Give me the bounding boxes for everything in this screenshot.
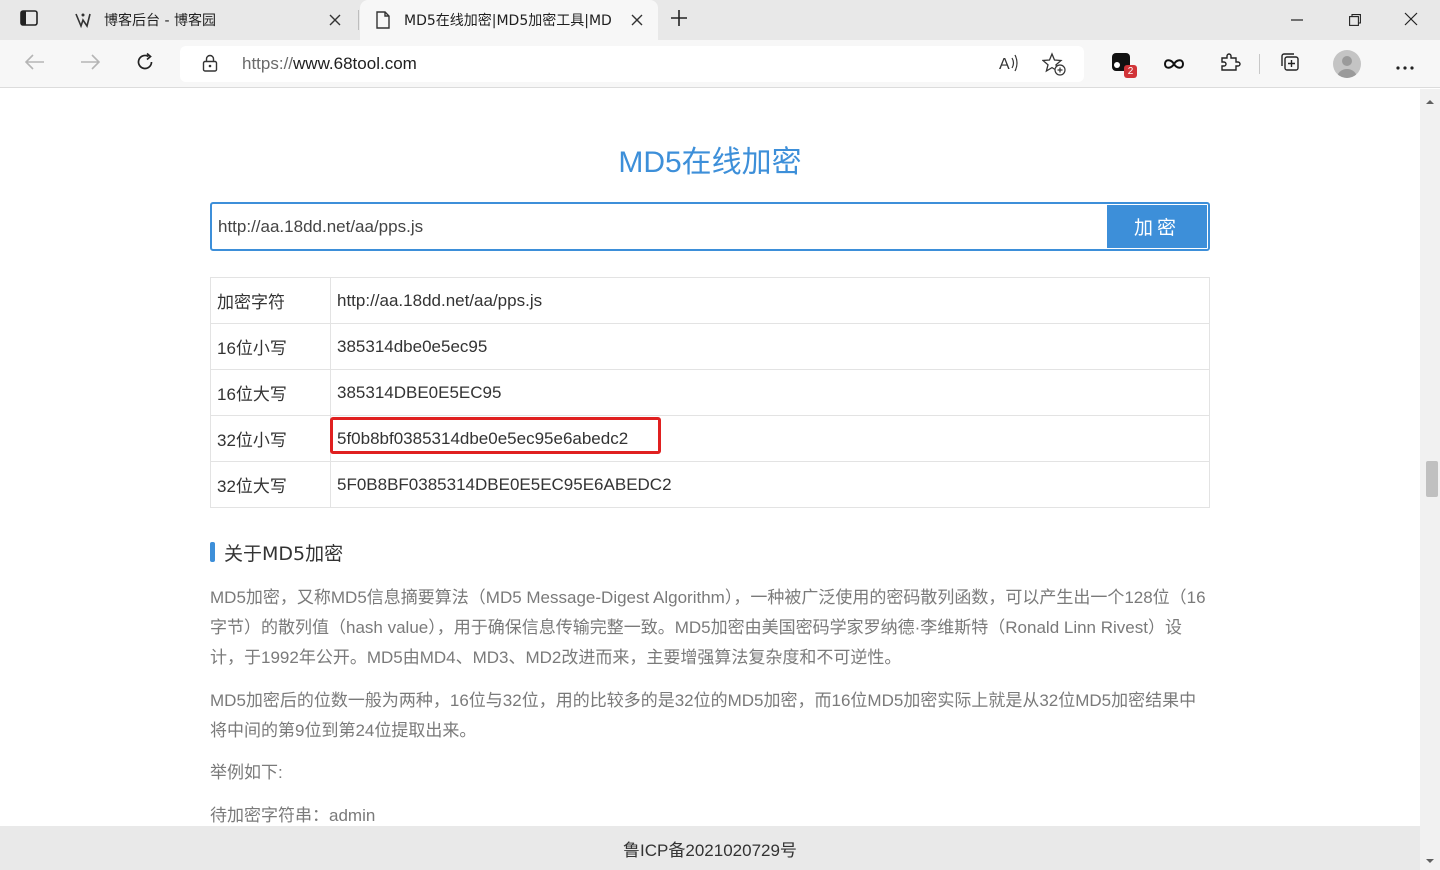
encrypt-button[interactable]: 加密	[1107, 205, 1207, 248]
address-bar[interactable]: https://www.68tool.com A	[180, 46, 1084, 82]
example-label: 举例如下:	[210, 763, 283, 782]
browser-toolbar: https://www.68tool.com A 2	[0, 40, 1440, 88]
tab-actions-icon	[19, 8, 39, 32]
refresh-icon	[135, 52, 155, 76]
tab-title: MD5在线加密|MD5加密工具|MD	[404, 13, 612, 29]
close-tab-icon[interactable]	[622, 5, 652, 35]
row-label: 16位大写	[210, 369, 331, 416]
extension-button[interactable]: 2	[1104, 48, 1138, 80]
toolbar-separator	[1259, 54, 1260, 74]
result-table: 加密字符 http://aa.18dd.net/aa/pps.js 16位小写 …	[210, 277, 1210, 508]
blog-favicon-icon	[74, 11, 92, 29]
tab-separator	[358, 10, 359, 30]
section-accent-bar	[210, 542, 215, 562]
profile-avatar[interactable]	[1333, 50, 1361, 78]
page-scrollbar[interactable]	[1420, 89, 1440, 870]
scroll-down-arrow-icon[interactable]	[1424, 852, 1436, 864]
row-value: 5f0b8bf0385314dbe0e5ec95e6abedc2	[330, 415, 1210, 462]
close-icon	[1404, 11, 1418, 30]
scroll-thumb[interactable]	[1426, 461, 1438, 497]
tab-title: 博客后台 - 博客园	[104, 13, 216, 29]
length-paragraph: MD5加密后的位数一般为两种，16位与32位，用的比较多的是32位的MD5加密，…	[210, 691, 1197, 740]
table-row: 32位大写 5F0B8BF0385314DBE0E5EC95E6ABEDC2	[210, 461, 1210, 508]
settings-menu-button[interactable]	[1388, 48, 1422, 80]
new-tab-button[interactable]	[664, 5, 694, 35]
row-value: 5F0B8BF0385314DBE0E5EC95E6ABEDC2	[330, 461, 1210, 508]
close-window-button[interactable]	[1382, 0, 1440, 40]
collections-button[interactable]	[1273, 48, 1307, 80]
add-favorite-icon[interactable]	[1041, 52, 1066, 80]
intro-paragraph: MD5加密，又称MD5信息摘要算法（MD5 Message-Digest Alg…	[210, 588, 1206, 667]
icp-license-text[interactable]: 鲁ICP备2021020729号	[623, 836, 797, 861]
page-title: MD5在线加密	[618, 146, 802, 179]
infinity-icon	[1163, 55, 1185, 74]
lock-icon[interactable]	[202, 54, 218, 76]
md5-input-box: 加密	[210, 202, 1210, 251]
row-label: 加密字符	[210, 277, 331, 324]
row-value: 385314DBE0E5EC95	[330, 369, 1210, 416]
tab-strip: 博客后台 - 博客园 MD5在线加密|MD5加密工具|MD	[0, 0, 1440, 40]
table-row: 32位小写 5f0b8bf0385314dbe0e5ec95e6abedc2	[210, 415, 1210, 462]
md5-input-field[interactable]	[218, 204, 1106, 249]
section-heading: 关于MD5加密	[210, 540, 344, 565]
scroll-up-arrow-icon[interactable]	[1424, 93, 1436, 105]
table-row: 加密字符 http://aa.18dd.net/aa/pps.js	[210, 277, 1210, 324]
plus-icon	[670, 9, 688, 31]
notification-badge: 2	[1124, 65, 1137, 78]
row-label: 16位小写	[210, 323, 331, 370]
restore-icon	[1349, 11, 1361, 30]
forward-button[interactable]	[73, 48, 107, 80]
read-aloud-icon[interactable]: A	[998, 52, 1020, 78]
minimize-button[interactable]	[1268, 0, 1326, 40]
example-input: 待加密字符串：admin	[210, 806, 376, 825]
refresh-button[interactable]	[128, 48, 162, 80]
restore-button[interactable]	[1326, 0, 1384, 40]
page-favicon-icon	[374, 11, 392, 29]
tab-actions-button[interactable]	[10, 6, 48, 34]
minimize-icon	[1291, 11, 1303, 30]
section-title: 关于MD5加密	[224, 542, 344, 565]
url-text[interactable]: https://www.68tool.com	[242, 54, 417, 74]
tab-blog-admin[interactable]: 博客后台 - 博客园	[60, 0, 356, 40]
row-value: 385314dbe0e5ec95	[330, 323, 1210, 370]
forward-arrow-icon	[80, 54, 101, 74]
infinity-extension-button[interactable]	[1157, 48, 1191, 80]
icp-footer: 鲁ICP备2021020729号	[0, 826, 1420, 870]
more-icon	[1396, 55, 1414, 74]
svg-text:A: A	[999, 56, 1010, 73]
row-label: 32位小写	[210, 415, 331, 462]
tab-md5-tool[interactable]: MD5在线加密|MD5加密工具|MD	[360, 0, 658, 40]
close-tab-icon[interactable]	[320, 5, 350, 35]
row-value: http://aa.18dd.net/aa/pps.js	[330, 277, 1210, 324]
back-arrow-icon	[24, 54, 45, 74]
collections-icon	[1279, 51, 1301, 77]
table-row: 16位小写 385314dbe0e5ec95	[210, 323, 1210, 370]
row-label: 32位大写	[210, 461, 331, 508]
table-row: 16位大写 385314DBE0E5EC95	[210, 369, 1210, 416]
puzzle-icon	[1219, 51, 1241, 77]
back-button[interactable]	[18, 48, 52, 80]
extensions-button[interactable]	[1213, 48, 1247, 80]
page-viewport: MD5在线加密 加密 加密字符 http://aa.18dd.net/aa/pp…	[0, 89, 1420, 826]
